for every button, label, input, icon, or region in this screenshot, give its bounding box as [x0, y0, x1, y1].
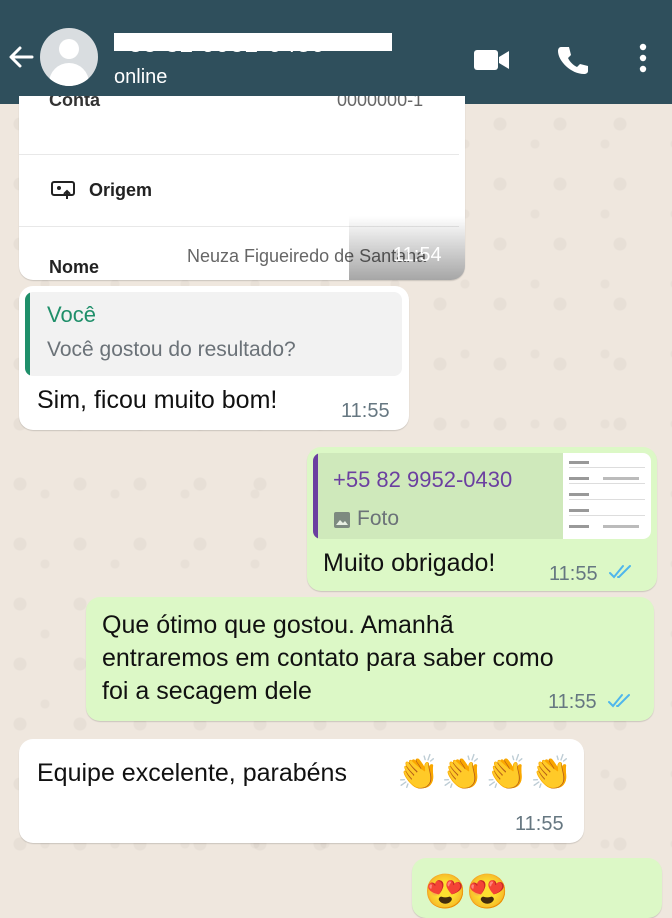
quote-author: Você [47, 302, 96, 327]
message-line: foi a secagem dele [102, 677, 312, 705]
read-receipt-icon [609, 565, 631, 579]
doc-label-origem: Origem [89, 180, 153, 200]
video-call-icon[interactable] [472, 46, 512, 74]
photo-thumbnail [563, 453, 651, 539]
back-arrow-icon[interactable] [4, 40, 38, 74]
message-time: 11:55 [515, 813, 564, 835]
message-time: 11:55 [548, 691, 597, 713]
phone-icon[interactable] [556, 44, 588, 76]
message-text: Equipe excelente, parabéns [37, 759, 347, 787]
clapping-hands-emoji: 👏👏👏👏 [397, 754, 575, 792]
redaction-bar [114, 33, 392, 51]
quote-media-label: Foto [357, 507, 400, 530]
outgoing-message[interactable]: Que ótimo que gostou. Amanhã entraremos … [86, 597, 654, 721]
doc-value-conta: 0000000-1 [337, 96, 424, 110]
quoted-message[interactable]: Você Você gostou do resultado? [25, 292, 402, 376]
avatar[interactable] [40, 28, 98, 86]
more-options-icon[interactable] [634, 42, 652, 76]
doc-label-conta: Conta [49, 96, 100, 110]
message-text: Muito obrigado! [323, 549, 496, 577]
heart-eyes-emoji: 😍😍 [424, 873, 509, 911]
outgoing-message[interactable]: +55 82 9952-0430 Foto Muito obrigado! 11… [307, 447, 657, 591]
incoming-message[interactable]: Você Você gostou do resultado? Sim, fico… [19, 286, 409, 430]
message-line: entraremos em contato para saber como [102, 644, 554, 672]
incoming-message[interactable]: Equipe excelente, parabéns 👏👏👏👏 11:55 [19, 739, 584, 843]
doc-label-nome: Nome [49, 257, 100, 277]
message-text: Que ótimo que gostou. Amanhã entraremos … [102, 609, 554, 708]
photo-upload-icon [51, 181, 75, 199]
message-time: 11:55 [549, 563, 598, 585]
doc-divider [19, 154, 459, 155]
message-time: 11:54 [393, 244, 442, 266]
message-time: 11:55 [341, 400, 390, 422]
contact-status: online [114, 66, 168, 88]
message-line: Que ótimo que gostou. Amanhã [102, 611, 454, 639]
outgoing-message[interactable]: 😍😍 [412, 858, 662, 918]
quoted-photo-message[interactable]: +55 82 9952-0430 Foto [313, 453, 651, 539]
message-text: Sim, ficou muito bom! [37, 386, 278, 414]
incoming-image-message[interactable]: Conta 0000000-1 Origem Nome Neuza Figuei… [19, 96, 465, 280]
quote-author: +55 82 9952-0430 [333, 467, 513, 492]
quote-text: Você gostou do resultado? [47, 338, 296, 361]
chat-header: +55 82 9952-0430 online [0, 0, 672, 104]
read-receipt-icon [608, 694, 630, 708]
photo-icon [334, 512, 350, 528]
